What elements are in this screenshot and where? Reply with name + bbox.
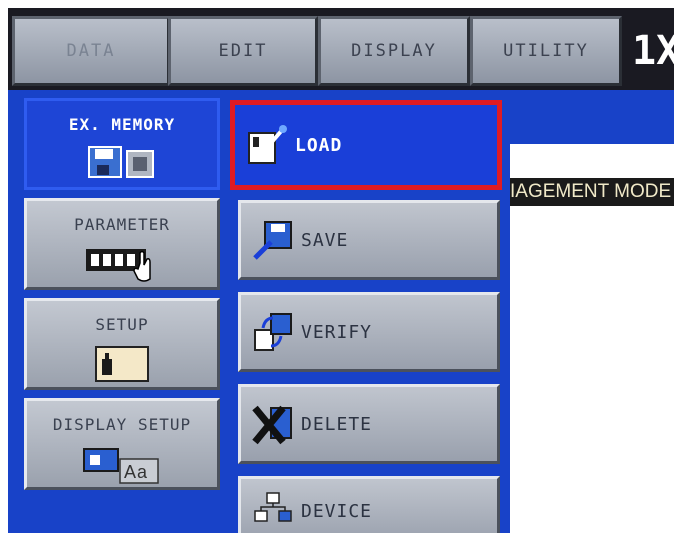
- load-button[interactable]: LOAD: [230, 100, 502, 190]
- menu-setup[interactable]: SETUP: [24, 298, 220, 390]
- save-icon: [253, 221, 292, 260]
- pendant-screen: DATA EDIT DISPLAY UTILITY 1X EX. MEMORY …: [8, 8, 674, 533]
- verify-button[interactable]: VERIFY: [238, 292, 500, 372]
- right-content-panel: IAGEMENT MODE: [510, 90, 674, 533]
- save-button[interactable]: SAVE: [238, 200, 500, 280]
- top-tab-bar: DATA EDIT DISPLAY UTILITY 1X: [8, 8, 674, 90]
- main-area: EX. MEMORY PARAMETER SETUP DISPLAY SETUP…: [8, 90, 674, 533]
- save-label: SAVE: [301, 229, 349, 251]
- mode-title-bar: IAGEMENT MODE: [510, 178, 674, 206]
- aa-glyph: Aa: [124, 462, 148, 482]
- menu-display-setup[interactable]: DISPLAY SETUP Aa: [24, 398, 220, 490]
- load-icon: [248, 125, 287, 164]
- verify-icon: [254, 313, 292, 351]
- zoom-indicator: 1X: [626, 16, 674, 86]
- menu-display-setup-label: DISPLAY SETUP: [52, 415, 192, 434]
- delete-button[interactable]: DELETE: [238, 384, 500, 464]
- delete-label: DELETE: [301, 413, 373, 435]
- menu-parameter[interactable]: PARAMETER: [24, 198, 220, 290]
- device-icon: [254, 492, 292, 522]
- menu-ex-memory-label: EX. MEMORY: [68, 115, 176, 134]
- display-font-icon: Aa: [83, 448, 159, 484]
- left-menu: EX. MEMORY PARAMETER SETUP DISPLAY SETUP…: [14, 96, 222, 533]
- right-panel-header-stripe: [510, 90, 674, 144]
- device-label: DEVICE: [301, 500, 373, 522]
- function-menu: LOAD SAVE VERIFY DELETE DEVICE: [230, 100, 502, 533]
- tab-display[interactable]: DISPLAY: [318, 16, 470, 86]
- tab-edit[interactable]: EDIT: [168, 16, 318, 86]
- menu-setup-label: SETUP: [95, 315, 149, 334]
- keypad-hand-icon: [86, 249, 151, 282]
- tab-utility[interactable]: UTILITY: [470, 16, 622, 86]
- delete-icon: [252, 405, 292, 445]
- mode-title-text: IAGEMENT MODE: [510, 181, 672, 202]
- load-label: LOAD: [295, 134, 343, 156]
- tab-data[interactable]: DATA: [12, 16, 170, 86]
- floppy-memory-icon: [88, 146, 154, 178]
- menu-ex-memory[interactable]: EX. MEMORY: [24, 98, 220, 190]
- setup-panel-icon: [95, 346, 149, 382]
- device-button[interactable]: DEVICE: [238, 476, 500, 533]
- menu-parameter-label: PARAMETER: [74, 215, 170, 234]
- verify-label: VERIFY: [301, 321, 373, 343]
